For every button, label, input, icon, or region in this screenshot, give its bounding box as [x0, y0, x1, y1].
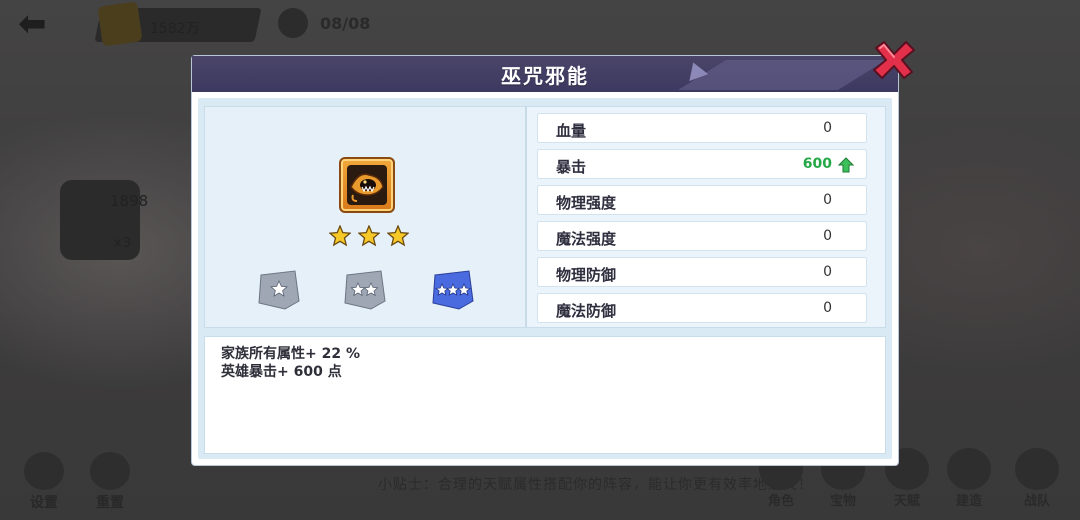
stat-name: 魔法强度: [556, 230, 617, 248]
hero-count: ×3: [112, 236, 132, 251]
stat-name: 血量: [556, 122, 587, 140]
evil-eye-icon: [350, 173, 384, 202]
nav-treasure-label: 宝物: [829, 494, 856, 509]
stat-row-physical-power: 物理强度 0: [537, 185, 867, 215]
nav-build-button[interactable]: 建造: [940, 448, 998, 514]
dialog-body: 血量 0 暴击 600 物理强度 0 魔法强度 0 物理防御 0 魔法防御 0 …: [198, 98, 892, 459]
dialog-title: 巫咒邪能: [501, 64, 589, 88]
reset-label: 重置: [96, 495, 124, 511]
reset-button[interactable]: 重置: [84, 452, 136, 512]
settings-label: 设置: [30, 495, 58, 511]
close-button[interactable]: [870, 38, 918, 82]
stat-row-hp: 血量 0: [537, 113, 867, 143]
back-arrow-icon[interactable]: ⬅: [18, 6, 62, 42]
nav-team-button[interactable]: 战队: [1008, 448, 1066, 514]
gold-icon: [97, 1, 143, 47]
nav-build-label: 建造: [955, 494, 982, 509]
stat-value: 0: [823, 228, 832, 244]
talent-description: 家族所有属性+ 22 % 英雄暴击+ 600 点: [204, 336, 886, 454]
talent-info-panel: 血量 0 暴击 600 物理强度 0 魔法强度 0 物理防御 0 魔法防御 0: [204, 106, 886, 328]
stat-value: 0: [823, 264, 832, 280]
nav-team-label: 战队: [1023, 494, 1050, 509]
star-icon: [329, 225, 351, 247]
tip-text: 小贴士：合理的天赋属性搭配你的阵容，能让你更有效率地通关！: [378, 477, 813, 493]
stat-row-magic-power: 魔法强度 0: [537, 221, 867, 251]
progress-icon: [278, 8, 308, 38]
two-star-badge-icon: [344, 270, 386, 310]
star-rating: [329, 225, 409, 247]
star-icon: [358, 225, 380, 247]
stat-value: 0: [823, 120, 832, 136]
talent-icon-panel: [205, 107, 527, 327]
hero-power: 1898: [110, 192, 149, 210]
three-star-badge-icon: [432, 270, 474, 310]
stat-name: 物理强度: [556, 194, 617, 212]
description-line: 英雄暴击+ 600 点: [221, 364, 342, 380]
up-arrow-icon: [838, 157, 854, 173]
close-icon: [873, 41, 915, 79]
gold-amount: 1582万: [150, 21, 200, 37]
dialog-header: 巫咒邪能: [192, 56, 898, 92]
gear-icon: [24, 452, 64, 490]
star-icon: [387, 225, 409, 247]
stat-row-physical-defense: 物理防御 0: [537, 257, 867, 287]
stat-name: 魔法防御: [556, 302, 617, 320]
one-star-badge[interactable]: [257, 269, 301, 311]
stat-value: 0: [823, 192, 832, 208]
progress-count: 08/08: [320, 14, 371, 33]
three-star-badge[interactable]: [431, 269, 475, 311]
nav-role-label: 角色: [767, 494, 794, 509]
settings-button[interactable]: 设置: [18, 452, 70, 512]
build-icon: [947, 448, 991, 490]
stat-row-crit: 暴击 600: [537, 149, 867, 179]
talent-dialog: 巫咒邪能 血量 0 暴击 600 物理强度 0 魔法强度 0 物理防御 0 魔法…: [192, 56, 898, 465]
stat-value: 0: [823, 300, 832, 316]
stat-name: 暴击: [556, 158, 587, 176]
stat-list: 血量 0 暴击 600 物理强度 0 魔法强度 0 物理防御 0 魔法防御 0: [537, 113, 867, 329]
stat-name: 物理防御: [556, 266, 617, 284]
stat-row-magic-defense: 魔法防御 0: [537, 293, 867, 323]
description-line: 家族所有属性+ 22 %: [221, 346, 360, 362]
team-icon: [1015, 448, 1059, 490]
one-star-badge-icon: [258, 270, 300, 310]
nav-talent-label: 天赋: [893, 494, 920, 509]
stat-value: 600: [802, 156, 832, 172]
two-star-badge[interactable]: [343, 269, 387, 311]
reset-icon: [90, 452, 130, 490]
talent-icon: [339, 157, 395, 213]
